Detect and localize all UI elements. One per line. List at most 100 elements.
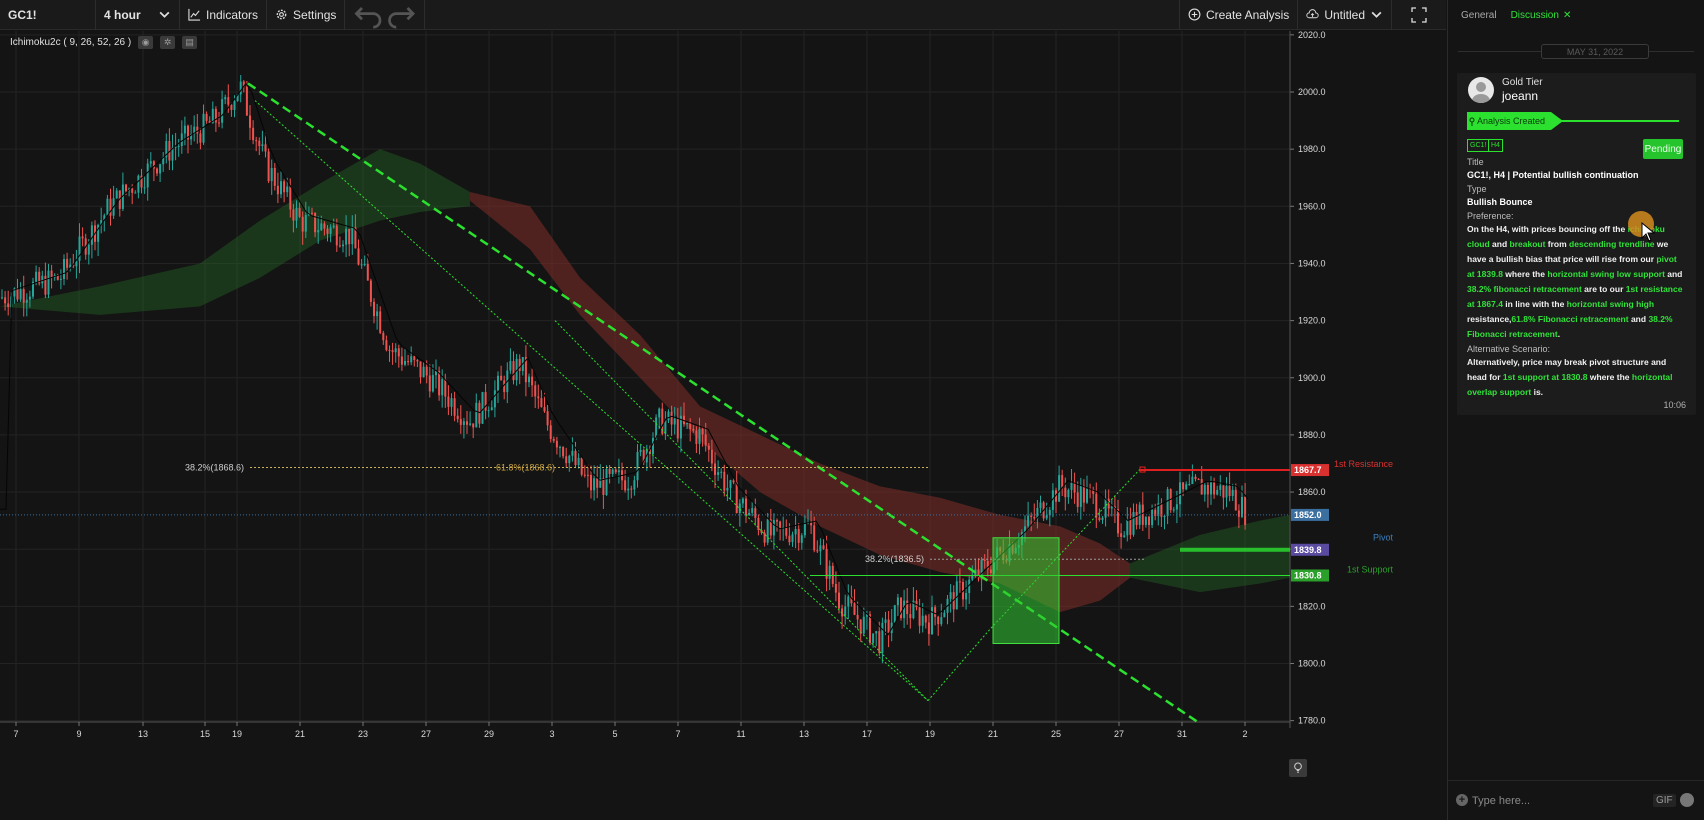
candle-body <box>816 550 819 552</box>
candle-body <box>596 478 599 488</box>
candle-body <box>416 360 419 362</box>
candle-body <box>559 447 561 449</box>
candle-body <box>636 452 639 481</box>
candle-body <box>338 245 341 247</box>
time-axis-label: 7 <box>675 729 680 739</box>
time-axis-label: 7 <box>13 729 18 739</box>
gear-icon <box>276 9 287 20</box>
candle-body <box>227 97 230 105</box>
candle-body <box>1151 509 1154 526</box>
price-axis-label: 1780.0 <box>1298 716 1326 726</box>
candle-body <box>81 236 84 239</box>
candle-body <box>958 581 961 583</box>
create-analysis-label: Create Analysis <box>1205 7 1290 22</box>
emoji-icon[interactable] <box>1680 793 1694 807</box>
candle-body <box>280 181 282 195</box>
layout-selector[interactable]: Untitled <box>1297 0 1391 30</box>
candle-body <box>317 230 320 233</box>
candle-body <box>125 184 127 192</box>
avatar <box>1468 77 1494 103</box>
candle-body <box>456 415 459 420</box>
price-axis-label: 1940.0 <box>1298 258 1326 268</box>
eye-icon[interactable]: ◉ <box>138 36 154 49</box>
time-axis-label: 21 <box>988 729 998 739</box>
tab-general[interactable]: General <box>1461 10 1497 21</box>
message-input[interactable] <box>1468 791 1638 811</box>
candle-body <box>1126 519 1129 536</box>
candle-body <box>357 248 360 265</box>
candle-body <box>565 456 568 464</box>
candle-body <box>1210 482 1212 495</box>
candle-body <box>546 411 549 426</box>
candle-body <box>177 146 180 148</box>
candle-body <box>853 603 856 615</box>
username: joeann <box>1502 89 1539 103</box>
candle-body <box>326 228 329 234</box>
lightbulb-icon[interactable] <box>1289 759 1307 777</box>
candle-body <box>701 428 704 435</box>
candle-body <box>230 104 233 110</box>
candle-body <box>283 181 286 193</box>
price-axis-label: 1960.0 <box>1298 201 1326 211</box>
candle-body <box>881 622 884 653</box>
candle-body <box>779 521 782 528</box>
candle-body <box>989 569 992 574</box>
redo-icon[interactable] <box>385 0 417 30</box>
candle-body <box>884 619 887 623</box>
gif-button[interactable]: GIF <box>1653 794 1676 807</box>
candle-body <box>574 450 577 466</box>
interval-selector[interactable]: 4 hour <box>96 0 180 30</box>
candle-body <box>931 607 933 635</box>
candle-body <box>698 428 701 444</box>
candle-body <box>1237 510 1240 517</box>
candle-body <box>369 280 372 302</box>
candle-body <box>475 402 478 428</box>
candle-body <box>537 396 540 399</box>
chart-area[interactable]: 2020.0 2000.0 1980.0 1960.0 1940.0 1920.0 1900… <box>0 31 1446 820</box>
undo-icon[interactable] <box>353 0 385 30</box>
candle-body <box>673 418 676 425</box>
candle-body <box>1039 502 1042 509</box>
candle-body <box>1076 492 1079 507</box>
candle-body <box>146 163 149 188</box>
trash-icon[interactable]: ▤ <box>182 36 198 49</box>
candle-body <box>1027 515 1030 527</box>
candle-body <box>22 289 25 303</box>
gear-icon[interactable]: ✲ <box>160 36 176 49</box>
candle-body <box>983 559 986 562</box>
fullscreen-button[interactable] <box>1391 0 1446 30</box>
settings-button[interactable]: Settings <box>267 0 346 30</box>
indicators-button[interactable]: Indicators <box>180 0 268 30</box>
tab-discussion[interactable]: Discussion ✕ <box>1511 10 1572 21</box>
price-chart[interactable]: 2020.0 2000.0 1980.0 1960.0 1940.0 1920.0 1900… <box>0 31 1446 820</box>
candle-body <box>422 366 425 378</box>
create-analysis-button[interactable]: Create Analysis <box>1178 0 1297 30</box>
candle-body <box>834 583 837 593</box>
candle-body <box>66 259 69 268</box>
candle-body <box>611 469 614 474</box>
candle-body <box>887 619 890 633</box>
time-axis-label: 31 <box>1177 729 1187 739</box>
candle-body <box>428 375 431 392</box>
add-attachment-icon[interactable]: + <box>1456 794 1468 806</box>
candle-body <box>906 600 909 615</box>
candle-body <box>1172 509 1175 511</box>
candle-body <box>450 398 453 407</box>
candle-body <box>1073 482 1076 493</box>
candle-body <box>735 482 738 514</box>
close-icon[interactable]: ✕ <box>1563 10 1571 21</box>
candle-body <box>487 410 490 412</box>
candle-body <box>1200 479 1203 495</box>
candle-body <box>819 545 822 552</box>
mouse-cursor-icon <box>1641 222 1655 242</box>
symbol-selector[interactable]: GC1! <box>0 0 96 30</box>
candle-body <box>63 259 65 279</box>
time-axis-label: 27 <box>421 729 431 739</box>
candle-body <box>379 311 382 333</box>
candle-body <box>714 463 716 475</box>
candle-body <box>410 356 413 363</box>
candle-body <box>87 244 90 255</box>
status-badge[interactable]: Pending <box>1643 139 1683 159</box>
title-value: GC1!, H4 | Potential bullish continuatio… <box>1467 170 1639 180</box>
price-tag-label: 1867.7 <box>1294 465 1322 475</box>
